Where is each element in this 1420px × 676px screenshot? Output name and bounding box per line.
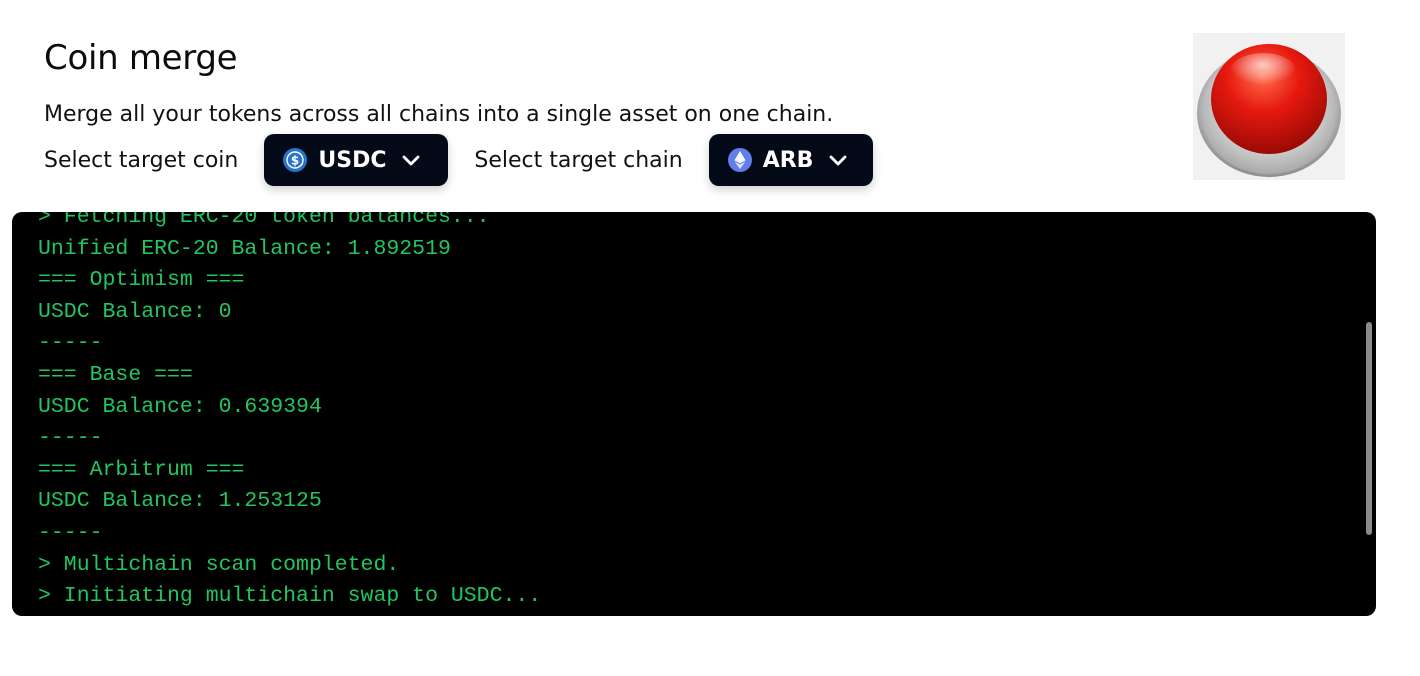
target-chain-label: Select target chain (474, 147, 683, 173)
target-coin-select[interactable]: $ USDC (264, 134, 449, 186)
ethereum-icon (727, 148, 752, 172)
target-chain-value: ARB (762, 147, 814, 173)
terminal-lines: > Fetching ERC-20 token balances... Unifi… (38, 212, 541, 613)
terminal-line: ----- (38, 520, 103, 545)
terminal-line: USDC Balance: 1.253125 (38, 489, 322, 514)
terminal-scrollbar[interactable] (1366, 322, 1372, 535)
merge-button[interactable] (1193, 33, 1345, 180)
svg-text:$: $ (291, 154, 299, 168)
chevron-down-icon (830, 155, 847, 166)
usdc-icon: $ (283, 148, 308, 172)
terminal-line: USDC Balance: 0.639394 (38, 394, 322, 419)
target-controls: Select target coin $ USDC Select target … (44, 134, 873, 186)
terminal-line: === Base === (38, 362, 193, 387)
terminal-line: Unified ERC-20 Balance: 1.892519 (38, 236, 451, 261)
terminal-output[interactable]: > Fetching ERC-20 token balances... Unifi… (12, 212, 1376, 616)
target-chain-select[interactable]: ARB (708, 134, 873, 186)
terminal-line: === Optimism === (38, 268, 245, 293)
terminal-line: > Initiating multichain swap to USDC... (38, 584, 542, 609)
target-coin-label: Select target coin (44, 147, 239, 173)
terminal-line: === Arbitrum === (38, 457, 245, 482)
terminal-line: > Fetching ERC-20 token balances... (38, 212, 490, 229)
terminal-line: USDC Balance: 0 (38, 299, 232, 324)
terminal-line: ----- (38, 426, 103, 451)
target-coin-value: USDC (318, 147, 387, 173)
terminal-line: ----- (38, 331, 103, 356)
red-button-icon (1197, 44, 1341, 177)
page-subtitle: Merge all your tokens across all chains … (44, 102, 834, 127)
terminal-line: > Multichain scan completed. (38, 552, 400, 577)
chevron-down-icon (403, 155, 420, 166)
coin-merge-page: Coin merge Merge all your tokens across … (0, 0, 1420, 676)
page-title: Coin merge (44, 38, 238, 78)
